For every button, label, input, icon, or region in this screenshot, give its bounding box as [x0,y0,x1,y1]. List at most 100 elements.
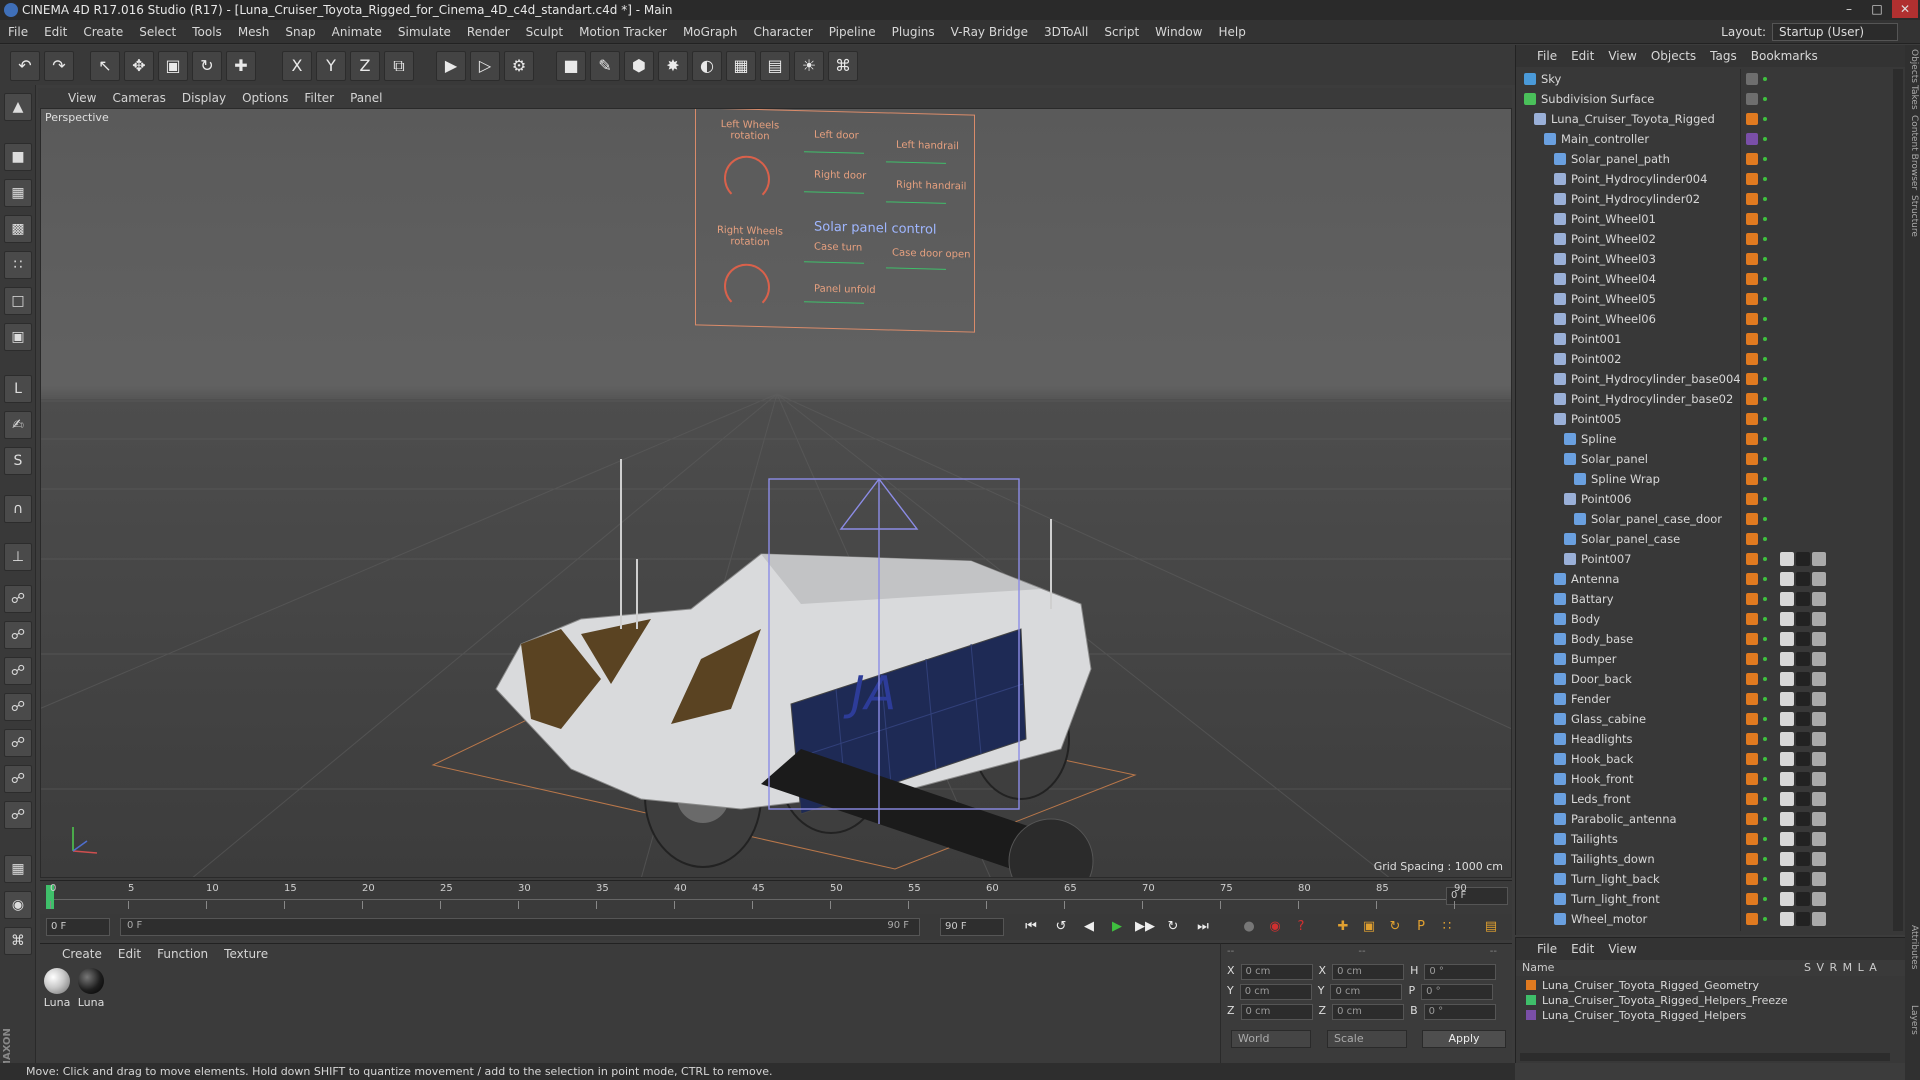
object-row[interactable]: Point_Hydrocylinder02 [1516,189,1891,209]
visibility-dot-icon[interactable] [1763,517,1767,521]
layer-color-swatch[interactable] [1746,273,1758,285]
material-tag-icon[interactable] [1812,872,1826,886]
visibility-dot-icon[interactable] [1763,857,1767,861]
object-row[interactable]: Spline Wrap [1516,469,1891,489]
material-tag-icon[interactable] [1812,692,1826,706]
sculpt-pull-icon[interactable]: ☍ [4,621,32,649]
layer-color-swatch[interactable] [1746,893,1758,905]
object-row[interactable]: Battary [1516,589,1891,609]
visibility-dot-icon[interactable] [1763,697,1767,701]
object-row[interactable]: Turn_light_back [1516,869,1891,889]
visibility-dot-icon[interactable] [1763,837,1767,841]
viewport-menu-filter[interactable]: Filter [296,88,342,108]
material-tag-icon[interactable] [1812,552,1826,566]
visibility-dot-icon[interactable] [1763,657,1767,661]
material-tag-icon[interactable] [1812,672,1826,686]
object-menu-bookmarks[interactable]: Bookmarks [1744,45,1825,67]
object-row[interactable]: Solar_panel_case_door [1516,509,1891,529]
visibility-dot-icon[interactable] [1763,337,1767,341]
object-menu-edit[interactable]: Edit [1564,45,1601,67]
layer-color-swatch[interactable] [1746,653,1758,665]
material-tag-icon[interactable] [1796,592,1810,606]
object-row[interactable]: Point_Wheel06 [1516,309,1891,329]
material-tag-icon[interactable] [1812,632,1826,646]
scale-key-icon[interactable]: ▣ [1358,916,1380,938]
viewport-menu-cameras[interactable]: Cameras [104,88,173,108]
visibility-dot-icon[interactable] [1763,497,1767,501]
rotation-h-field[interactable]: 0 ° [1424,964,1497,980]
next-key-button[interactable]: ↻ [1162,916,1184,938]
material-tag-icon[interactable] [1796,832,1810,846]
layer-color-swatch[interactable] [1746,613,1758,625]
auto-key-icon[interactable]: ? [1290,916,1312,938]
panel-unfold-slider[interactable] [804,301,864,304]
subdivision-surface-icon[interactable]: ⬢ [624,51,654,81]
menu-help[interactable]: Help [1210,20,1253,44]
material-tag-icon[interactable] [1780,592,1794,606]
layer-color-swatch[interactable] [1746,113,1758,125]
object-row[interactable]: Point_Wheel01 [1516,209,1891,229]
material-tag-icon[interactable] [1796,632,1810,646]
maximize-button[interactable]: □ [1864,0,1890,18]
layer-color-swatch[interactable] [1746,173,1758,185]
side-tab-objects[interactable]: Objects [1906,49,1919,83]
object-row[interactable]: Parabolic_antenna [1516,809,1891,829]
visibility-dot-icon[interactable] [1763,277,1767,281]
object-row[interactable]: Glass_cabine [1516,709,1891,729]
material-tag-icon[interactable] [1780,812,1794,826]
visibility-dot-icon[interactable] [1763,677,1767,681]
menu-plugins[interactable]: Plugins [884,20,943,44]
material-tag-icon[interactable] [1780,852,1794,866]
position-z-field[interactable]: 0 cm [1240,1004,1313,1020]
move-key-icon[interactable]: ✚ [1332,916,1354,938]
left-wheels-dial[interactable] [724,155,770,203]
visibility-dot-icon[interactable] [1763,157,1767,161]
material-menu-edit[interactable]: Edit [110,944,149,964]
size-y-field[interactable]: 0 cm [1330,984,1403,1000]
object-tree-scrollbar[interactable] [1893,69,1903,931]
material-tag-icon[interactable] [1780,772,1794,786]
material-tag-icon[interactable] [1796,812,1810,826]
layer-color-swatch[interactable] [1746,333,1758,345]
material-menu-function[interactable]: Function [149,944,216,964]
material-tag-icon[interactable] [1780,912,1794,926]
array-icon[interactable]: ✸ [658,51,688,81]
layer-color-swatch[interactable] [1746,393,1758,405]
layer-color-swatch[interactable] [1746,873,1758,885]
sculpt-knife-icon[interactable]: ☍ [4,801,32,829]
prev-frame-button[interactable]: ◀ [1078,916,1100,938]
apply-button[interactable]: Apply [1422,1030,1506,1048]
render-regions-icon[interactable]: ▦ [4,855,32,883]
menu-snap[interactable]: Snap [277,20,323,44]
layer-color-swatch[interactable] [1746,733,1758,745]
layer-color-swatch[interactable] [1746,253,1758,265]
viewport-menu-options[interactable]: Options [234,88,296,108]
right-handrail-slider[interactable] [886,201,946,204]
material-tag-icon[interactable] [1812,852,1826,866]
object-row[interactable]: Point_Wheel02 [1516,229,1891,249]
material-tag-icon[interactable] [1796,872,1810,886]
left-handrail-slider[interactable] [886,161,946,164]
visibility-dot-icon[interactable] [1763,797,1767,801]
goto-start-button[interactable]: ⏮ [1020,916,1042,938]
python-icon[interactable]: ⌘ [4,927,32,955]
side-tab-attributes[interactable]: Attributes [1906,925,1919,969]
visibility-dot-icon[interactable] [1763,577,1767,581]
layer-color-swatch[interactable] [1746,853,1758,865]
spline-pen-icon[interactable]: ✎ [590,51,620,81]
light-icon[interactable]: ☀ [794,51,824,81]
material-tag-icon[interactable] [1812,812,1826,826]
layer-row[interactable]: Luna_Cruiser_Toyota_Rigged_Geometry [1516,978,1906,993]
visibility-dot-icon[interactable] [1763,717,1767,721]
object-menu-tags[interactable]: Tags [1703,45,1744,67]
sculpt-inflate-icon[interactable]: ☍ [4,729,32,757]
object-row[interactable]: Point002 [1516,349,1891,369]
menu-mesh[interactable]: Mesh [230,20,278,44]
move-icon[interactable]: ✥ [124,51,154,81]
visibility-dot-icon[interactable] [1763,417,1767,421]
right-door-slider[interactable] [804,191,864,194]
layer-color-swatch[interactable] [1746,193,1758,205]
layer-color-swatch[interactable] [1746,773,1758,785]
rotate-icon[interactable]: ↻ [192,51,222,81]
layer-menu-view[interactable]: View [1601,938,1643,960]
